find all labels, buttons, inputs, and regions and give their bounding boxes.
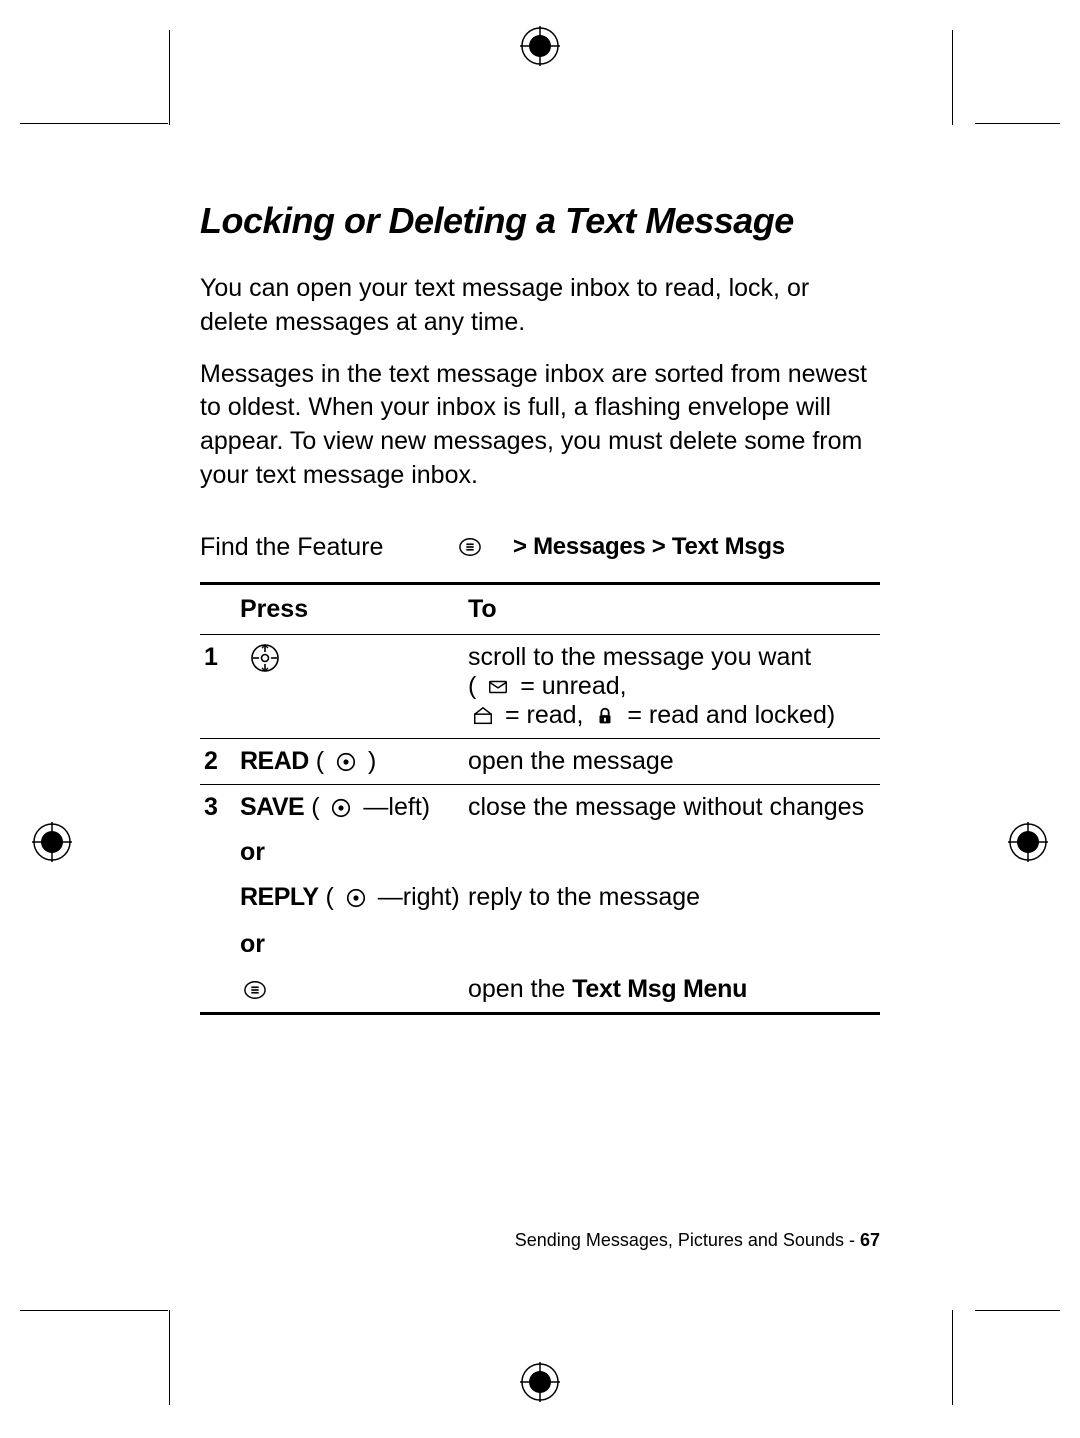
crop-mark (20, 1310, 168, 1311)
step-number-1: 1 (200, 634, 236, 738)
paragraph-2: Messages in the text message inbox are s… (200, 358, 880, 493)
step-2-press: READ ( ) (236, 738, 464, 784)
page-number: 67 (860, 1230, 880, 1250)
step-2-to: open the message (464, 738, 880, 784)
registration-mark-bottom (520, 1362, 560, 1402)
nav-key-icon (250, 643, 280, 673)
column-header-press: Press (236, 583, 464, 634)
step-3-press-menu (236, 967, 464, 1013)
select-key-icon (345, 887, 367, 909)
step-1-to: scroll to the message you want ( = unrea… (464, 634, 880, 738)
find-feature-path: > Messages > Text Msgs (455, 533, 785, 561)
step-3-to-save: close the message without changes (464, 784, 880, 830)
step-1-paren-open: ( (468, 672, 476, 700)
step-3-press-save: SAVE ( —left) (236, 784, 464, 830)
page-content: Locking or Deleting a Text Message You c… (200, 200, 880, 1015)
registration-mark-top (520, 26, 560, 66)
menu-key-icon (459, 536, 481, 558)
registration-mark-right (1008, 822, 1048, 862)
open-envelope-icon (472, 705, 494, 727)
save-key-label: SAVE (240, 793, 304, 821)
reply-key-label: REPLY (240, 883, 319, 911)
steps-table: Press To 1 (200, 582, 880, 1015)
footer-text: Sending Messages, Pictures and Sounds - (515, 1230, 860, 1250)
menu-key-icon (244, 979, 266, 1001)
crop-mark (169, 1310, 170, 1405)
or-label-1: or (236, 830, 464, 875)
step-3-press-reply: REPLY ( —right) (236, 875, 464, 920)
step-3-to-menu-pre: open the (468, 975, 572, 1003)
find-feature-row: Find the Feature > Messages > Text Msgs (200, 533, 880, 562)
page-footer: Sending Messages, Pictures and Sounds - … (200, 1230, 880, 1251)
step-3-reply-suffix: —right) (378, 883, 460, 911)
step-number-3: 3 (200, 784, 236, 830)
step-3-to-reply: reply to the message (464, 875, 880, 920)
step-number-2: 2 (200, 738, 236, 784)
find-feature-label: Find the Feature (200, 533, 455, 562)
crop-mark (952, 1310, 953, 1405)
step-1-to-line1: scroll to the message you want (468, 643, 811, 671)
crop-mark (975, 1310, 1060, 1311)
registration-mark-left (32, 822, 72, 862)
read-key-label: READ (240, 747, 309, 775)
step-3-save-suffix: —left) (363, 793, 430, 821)
column-header-to: To (464, 583, 880, 634)
step-3-to-menu: open the Text Msg Menu (464, 967, 880, 1013)
text-msg-menu-label: Text Msg Menu (572, 975, 747, 1003)
select-key-icon (330, 797, 352, 819)
step-1-read-text: = read, (505, 701, 590, 729)
paragraph-1: You can open your text message inbox to … (200, 272, 880, 340)
crop-mark (169, 30, 170, 125)
page-title: Locking or Deleting a Text Message (200, 200, 880, 242)
select-key-icon (335, 751, 357, 773)
crop-mark (975, 123, 1060, 124)
step-1-press (236, 634, 464, 738)
or-label-2: or (236, 920, 464, 967)
step-2-press-suffix: ) (368, 747, 376, 775)
envelope-icon (487, 676, 509, 698)
crop-mark (20, 123, 168, 124)
crop-mark (952, 30, 953, 125)
lock-icon (594, 705, 616, 727)
step-1-locked-text: = read and locked) (627, 701, 835, 729)
nav-path-text: > Messages > Text Msgs (513, 533, 785, 561)
step-1-unread-text: = unread, (520, 672, 626, 700)
